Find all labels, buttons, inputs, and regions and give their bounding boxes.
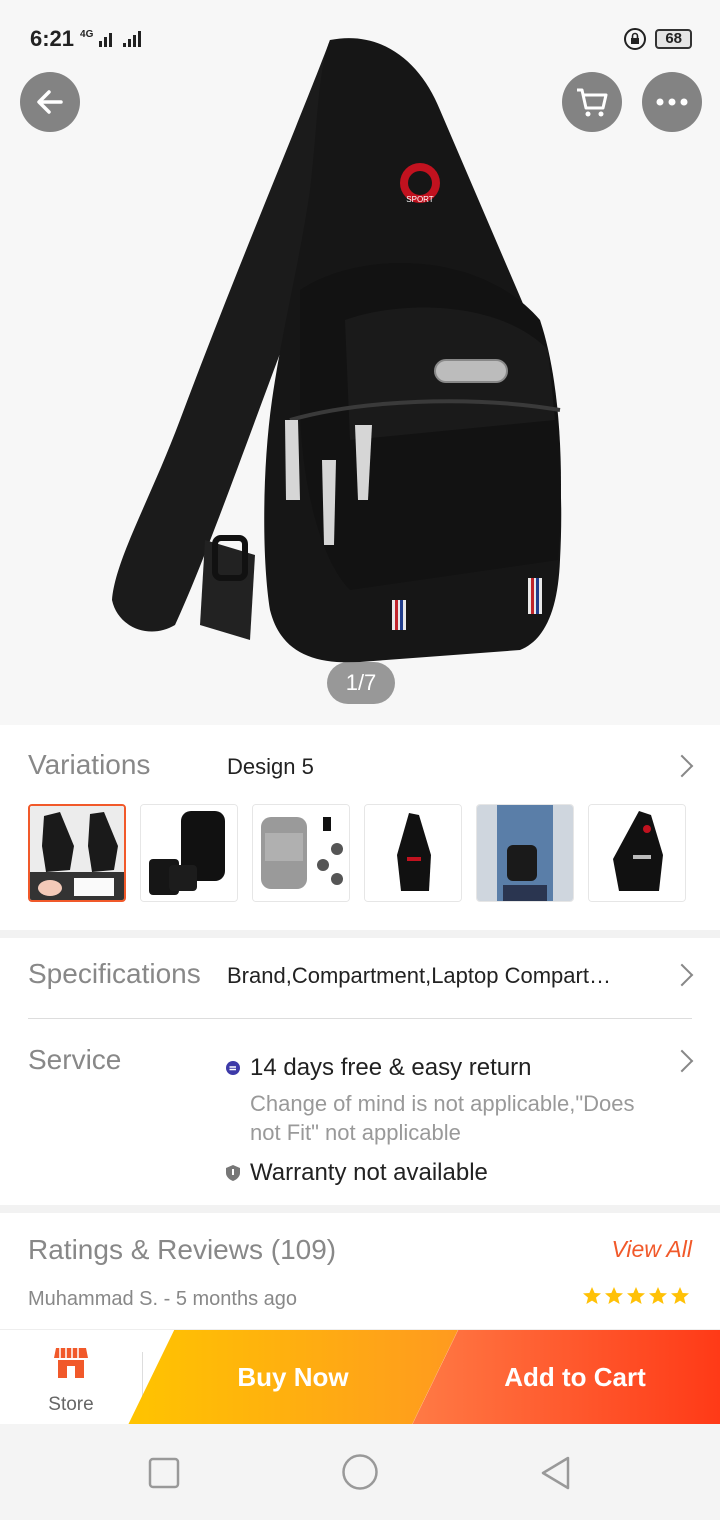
signal-icon: [99, 31, 142, 47]
add-to-cart-button[interactable]: Add to Cart: [412, 1330, 720, 1425]
product-image-area[interactable]: SPORT 6:21 4G 68 1/7: [0, 0, 720, 725]
star-icon: [649, 1287, 667, 1304]
clock: 6:21: [30, 26, 75, 51]
variations-label: Variations: [28, 749, 151, 780]
return-icon: [226, 1061, 240, 1075]
chevron-right-icon[interactable]: [670, 754, 694, 778]
battery-icon: 68: [655, 29, 692, 49]
return-title: 14 days free & easy return: [250, 1054, 532, 1081]
sport-logo-text: SPORT: [406, 195, 434, 204]
star-icon: [671, 1287, 689, 1304]
bag-thumbnail-image: [253, 805, 349, 901]
store-icon: [54, 1348, 88, 1378]
variation-thumbnails: [28, 804, 686, 902]
chevron-right-icon[interactable]: [670, 1049, 694, 1073]
variations-value: Design 5: [227, 754, 314, 779]
variation-thumb-6[interactable]: [588, 804, 686, 902]
star-icon: [583, 1287, 601, 1304]
bag-thumbnail-image: [477, 805, 573, 901]
warranty-text: Warranty not available: [250, 1159, 488, 1186]
variation-thumb-4[interactable]: [364, 804, 462, 902]
image-counter: 1/7: [327, 662, 395, 704]
shield-icon: [226, 1165, 240, 1181]
more-options-button[interactable]: [642, 72, 702, 132]
bag-thumbnail-image: [30, 806, 124, 900]
network-type: 4G: [80, 28, 94, 40]
rating-stars: [582, 1286, 690, 1306]
status-bar: 6:21 4G 68: [30, 22, 692, 56]
bottom-action-bar: Store Buy Now Add to Cart: [0, 1329, 720, 1425]
cart-icon: [577, 88, 608, 117]
ratings-title: Ratings & Reviews (109): [28, 1234, 337, 1265]
back-button[interactable]: [20, 72, 80, 132]
bag-thumbnail-image: [365, 805, 461, 901]
cart-button[interactable]: [562, 72, 622, 132]
warranty-info: Warranty not available: [226, 1159, 488, 1187]
section-divider: [0, 1205, 720, 1213]
arrow-left-icon: [37, 90, 63, 114]
more-dots-icon: [656, 98, 688, 106]
variation-thumb-3[interactable]: [252, 804, 350, 902]
chevron-right-icon[interactable]: [670, 963, 694, 987]
star-icon: [627, 1287, 645, 1304]
view-all-link[interactable]: View All: [611, 1236, 692, 1263]
bag-thumbnail-image: [589, 805, 685, 901]
home-icon[interactable]: [341, 1453, 379, 1491]
service-label: Service: [28, 1044, 122, 1075]
specifications-value: Brand,Compartment,Laptop Compart…: [227, 963, 611, 988]
system-navigation-bar: [0, 1424, 720, 1520]
bag-thumbnail-image: [141, 805, 237, 901]
store-label: Store: [48, 1394, 94, 1415]
section-divider: [0, 930, 720, 938]
row-divider: [28, 1018, 692, 1019]
back-nav-icon[interactable]: [538, 1455, 574, 1491]
specifications-row[interactable]: Specifications Brand,Compartment,Laptop …: [0, 938, 720, 1018]
variation-thumb-2[interactable]: [140, 804, 238, 902]
specifications-label: Specifications: [28, 958, 201, 989]
return-note: Change of mind is not applicable,"Does n…: [250, 1091, 635, 1145]
variation-thumb-1[interactable]: [28, 804, 126, 902]
return-policy: 14 days free & easy return: [226, 1054, 531, 1082]
store-button[interactable]: Store: [0, 1330, 142, 1425]
star-icon: [605, 1287, 623, 1304]
rotation-lock-icon: [624, 28, 647, 50]
buy-now-button[interactable]: Buy Now: [128, 1330, 458, 1425]
recent-apps-icon[interactable]: [148, 1457, 180, 1489]
reviewer-info: Muhammad S. - 5 months ago: [28, 1288, 298, 1310]
variation-thumb-5[interactable]: [476, 804, 574, 902]
